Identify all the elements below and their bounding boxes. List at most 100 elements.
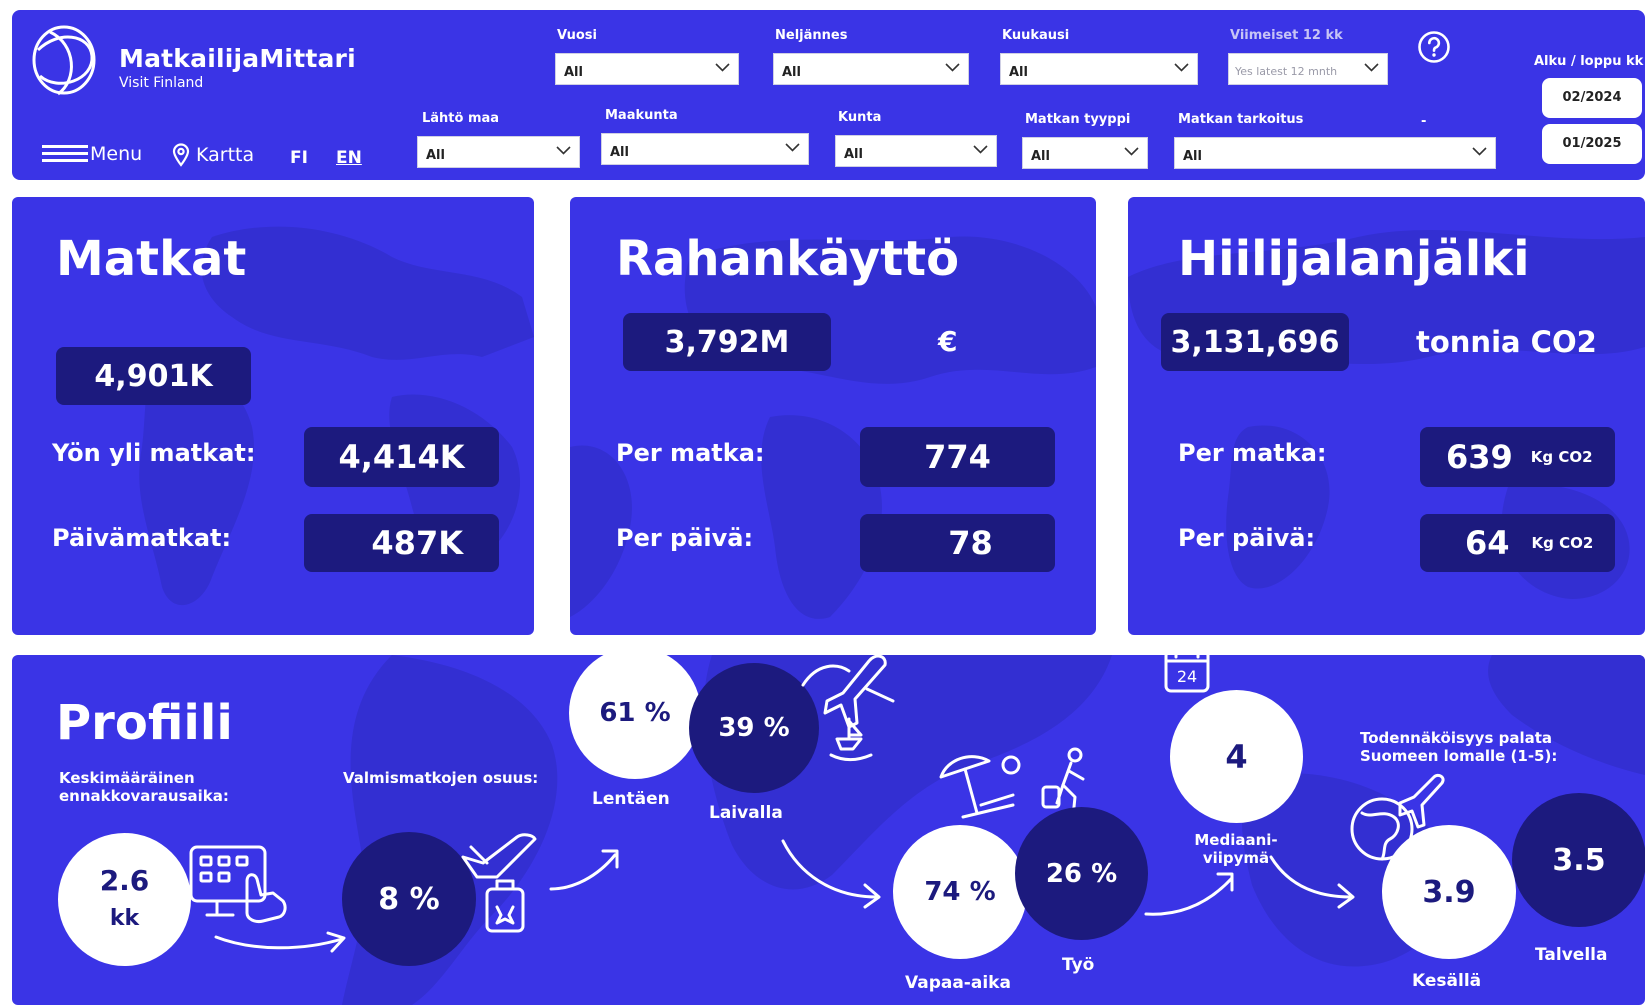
work-share-circle: 26 % [1015, 807, 1148, 940]
filter-label-quarter: Neljännes [775, 28, 848, 43]
filter-select-region[interactable]: All [601, 133, 809, 165]
package-tours-circle: 8 % [342, 832, 476, 966]
start-month-box[interactable]: 02/2024 [1542, 78, 1642, 118]
filter-label-trip-purpose: Matkan tarkoitus [1178, 112, 1304, 127]
filter-select-municipality[interactable]: All [835, 135, 997, 167]
booking-time-unit: kk [109, 905, 140, 931]
carbon-title: Hiilijalanjälki [1178, 231, 1530, 287]
trips-card: Matkat 4,901K Yön yli matkat: 4,414K Päi… [12, 197, 534, 635]
winter-return-label: Talvella [1535, 945, 1608, 965]
arrow-up-right-icon [549, 849, 619, 891]
filter-select-month[interactable]: All [1000, 53, 1198, 85]
filter-dash: - [1421, 114, 1427, 129]
profile-title: Profiili [56, 695, 233, 751]
carbon-per-trip-unit: Kg CO2 [1530, 448, 1593, 466]
winter-return-circle: 3.5 [1512, 793, 1645, 927]
booking-time-value: 2.6 [99, 863, 150, 897]
ship-share-label: Laivalla [709, 803, 783, 823]
filter-value-quarter: All [782, 65, 801, 80]
carbon-per-trip-label: Per matka: [1178, 439, 1327, 467]
filter-value-origin: All [426, 148, 445, 163]
carbon-total-unit: tonnia CO2 [1416, 325, 1597, 359]
filter-label-origin: Lähtö maa [422, 111, 500, 126]
booking-time-label: Keskimääräinen ennakkovarausaika: [59, 769, 229, 805]
spending-card: Rahankäyttö 3,792M € Per matka: 774 Per … [570, 197, 1096, 635]
filter-value-trip-type: All [1031, 149, 1050, 164]
chevron-down-icon [715, 63, 730, 72]
filter-label-year: Vuosi [557, 28, 597, 43]
menu-button[interactable]: Menu [42, 143, 142, 165]
lang-en-button[interactable]: EN [336, 148, 362, 168]
filter-select-year[interactable]: All [555, 53, 739, 85]
carbon-per-day-unit: Kg CO2 [1531, 534, 1594, 552]
filter-label-municipality: Kunta [838, 110, 882, 125]
visit-finland-logo-icon [32, 25, 96, 96]
profile-panel: Profiili Keskimääräinen ennakkovarausaik… [12, 655, 1645, 1005]
summer-return-label: Kesällä [1412, 971, 1482, 991]
chevron-down-icon [556, 146, 571, 155]
chevron-down-icon [945, 63, 960, 72]
filter-header: MatkailijaMittari Visit Finland Menu Kar… [12, 10, 1645, 180]
filter-value-trip-purpose: All [1183, 149, 1202, 164]
chevron-down-icon [973, 145, 988, 154]
carbon-card: Hiilijalanjälki 3,131,696 tonnia CO2 Per… [1128, 197, 1645, 635]
trips-title: Matkat [56, 231, 247, 287]
spending-total-box: 3,792M [623, 313, 831, 371]
brand-subtitle: Visit Finland [119, 75, 204, 91]
spending-per-day-box: 78 [860, 514, 1055, 572]
lang-fi-button[interactable]: FI [290, 148, 308, 168]
filter-select-origin[interactable]: All [417, 136, 580, 168]
arrow-down-right-icon [781, 839, 881, 909]
trips-total-box: 4,901K [56, 347, 251, 405]
return-probability-label: Todennäköisyys palata Suomeen lomalle (1… [1360, 729, 1558, 765]
spending-title: Rahankäyttö [616, 231, 960, 287]
filter-value-region: All [610, 145, 629, 160]
help-question-icon[interactable] [1417, 30, 1451, 64]
leisure-share-label: Vapaa-aika [905, 973, 1011, 993]
arrow-right-icon [214, 931, 346, 953]
overnight-trips-label: Yön yli matkat: [52, 439, 256, 467]
overnight-trips-box: 4,414K [304, 427, 499, 487]
filter-label-region: Maakunta [605, 108, 678, 123]
flight-share-label: Lentäen [592, 789, 670, 809]
filter-value-last12: Yes latest 12 mnth [1235, 65, 1338, 78]
filter-select-last12[interactable]: Yes latest 12 mnth [1228, 53, 1388, 85]
summer-return-circle: 3.9 [1382, 825, 1516, 959]
filter-value-year: All [564, 65, 583, 80]
booking-time-circle: 2.6 kk [58, 833, 191, 966]
carbon-per-day-label: Per päivä: [1178, 524, 1316, 552]
airplane-ship-icon [801, 655, 895, 761]
range-label: Alku / loppu kk [1534, 54, 1644, 69]
calendar-icon: 24 [1162, 655, 1214, 697]
filter-select-quarter[interactable]: All [773, 53, 969, 85]
chevron-down-icon [1124, 147, 1139, 156]
flight-share-circle: 61 % [569, 655, 701, 779]
work-share-label: Työ [1062, 955, 1095, 975]
brand-name: MatkailijaMittari [119, 44, 356, 73]
currency-symbol: € [938, 325, 958, 358]
filter-select-trip-type[interactable]: All [1022, 137, 1148, 169]
carbon-per-trip-value: 639 [1446, 438, 1513, 476]
end-month-box[interactable]: 01/2025 [1542, 124, 1642, 164]
carbon-per-trip-box: 639 Kg CO2 [1420, 427, 1615, 487]
airplane-suitcase-icon [461, 833, 537, 933]
filter-value-month: All [1009, 65, 1028, 80]
leisure-share-circle: 74 % [893, 825, 1027, 959]
spending-per-day-label: Per päivä: [616, 524, 754, 552]
menu-label: Menu [90, 143, 143, 165]
filter-value-municipality: All [844, 147, 863, 162]
map-label: Kartta [196, 144, 255, 166]
chevron-down-icon [1174, 63, 1189, 72]
package-tours-label: Valmismatkojen osuus: [343, 769, 539, 787]
carbon-total-box: 3,131,696 [1161, 313, 1349, 371]
filter-select-trip-purpose[interactable]: All [1174, 137, 1496, 169]
filter-label-trip-type: Matkan tyyppi [1025, 112, 1131, 127]
chevron-down-icon [1364, 63, 1379, 72]
median-stay-circle: 4 [1170, 690, 1303, 823]
filter-label-month: Kuukausi [1002, 28, 1070, 43]
chevron-down-icon [785, 143, 800, 152]
day-trips-box: 487K [304, 514, 499, 572]
calendar-number: 24 [1176, 667, 1198, 686]
spending-per-trip-box: 774 [860, 427, 1055, 487]
map-button[interactable]: Kartta [172, 143, 254, 167]
